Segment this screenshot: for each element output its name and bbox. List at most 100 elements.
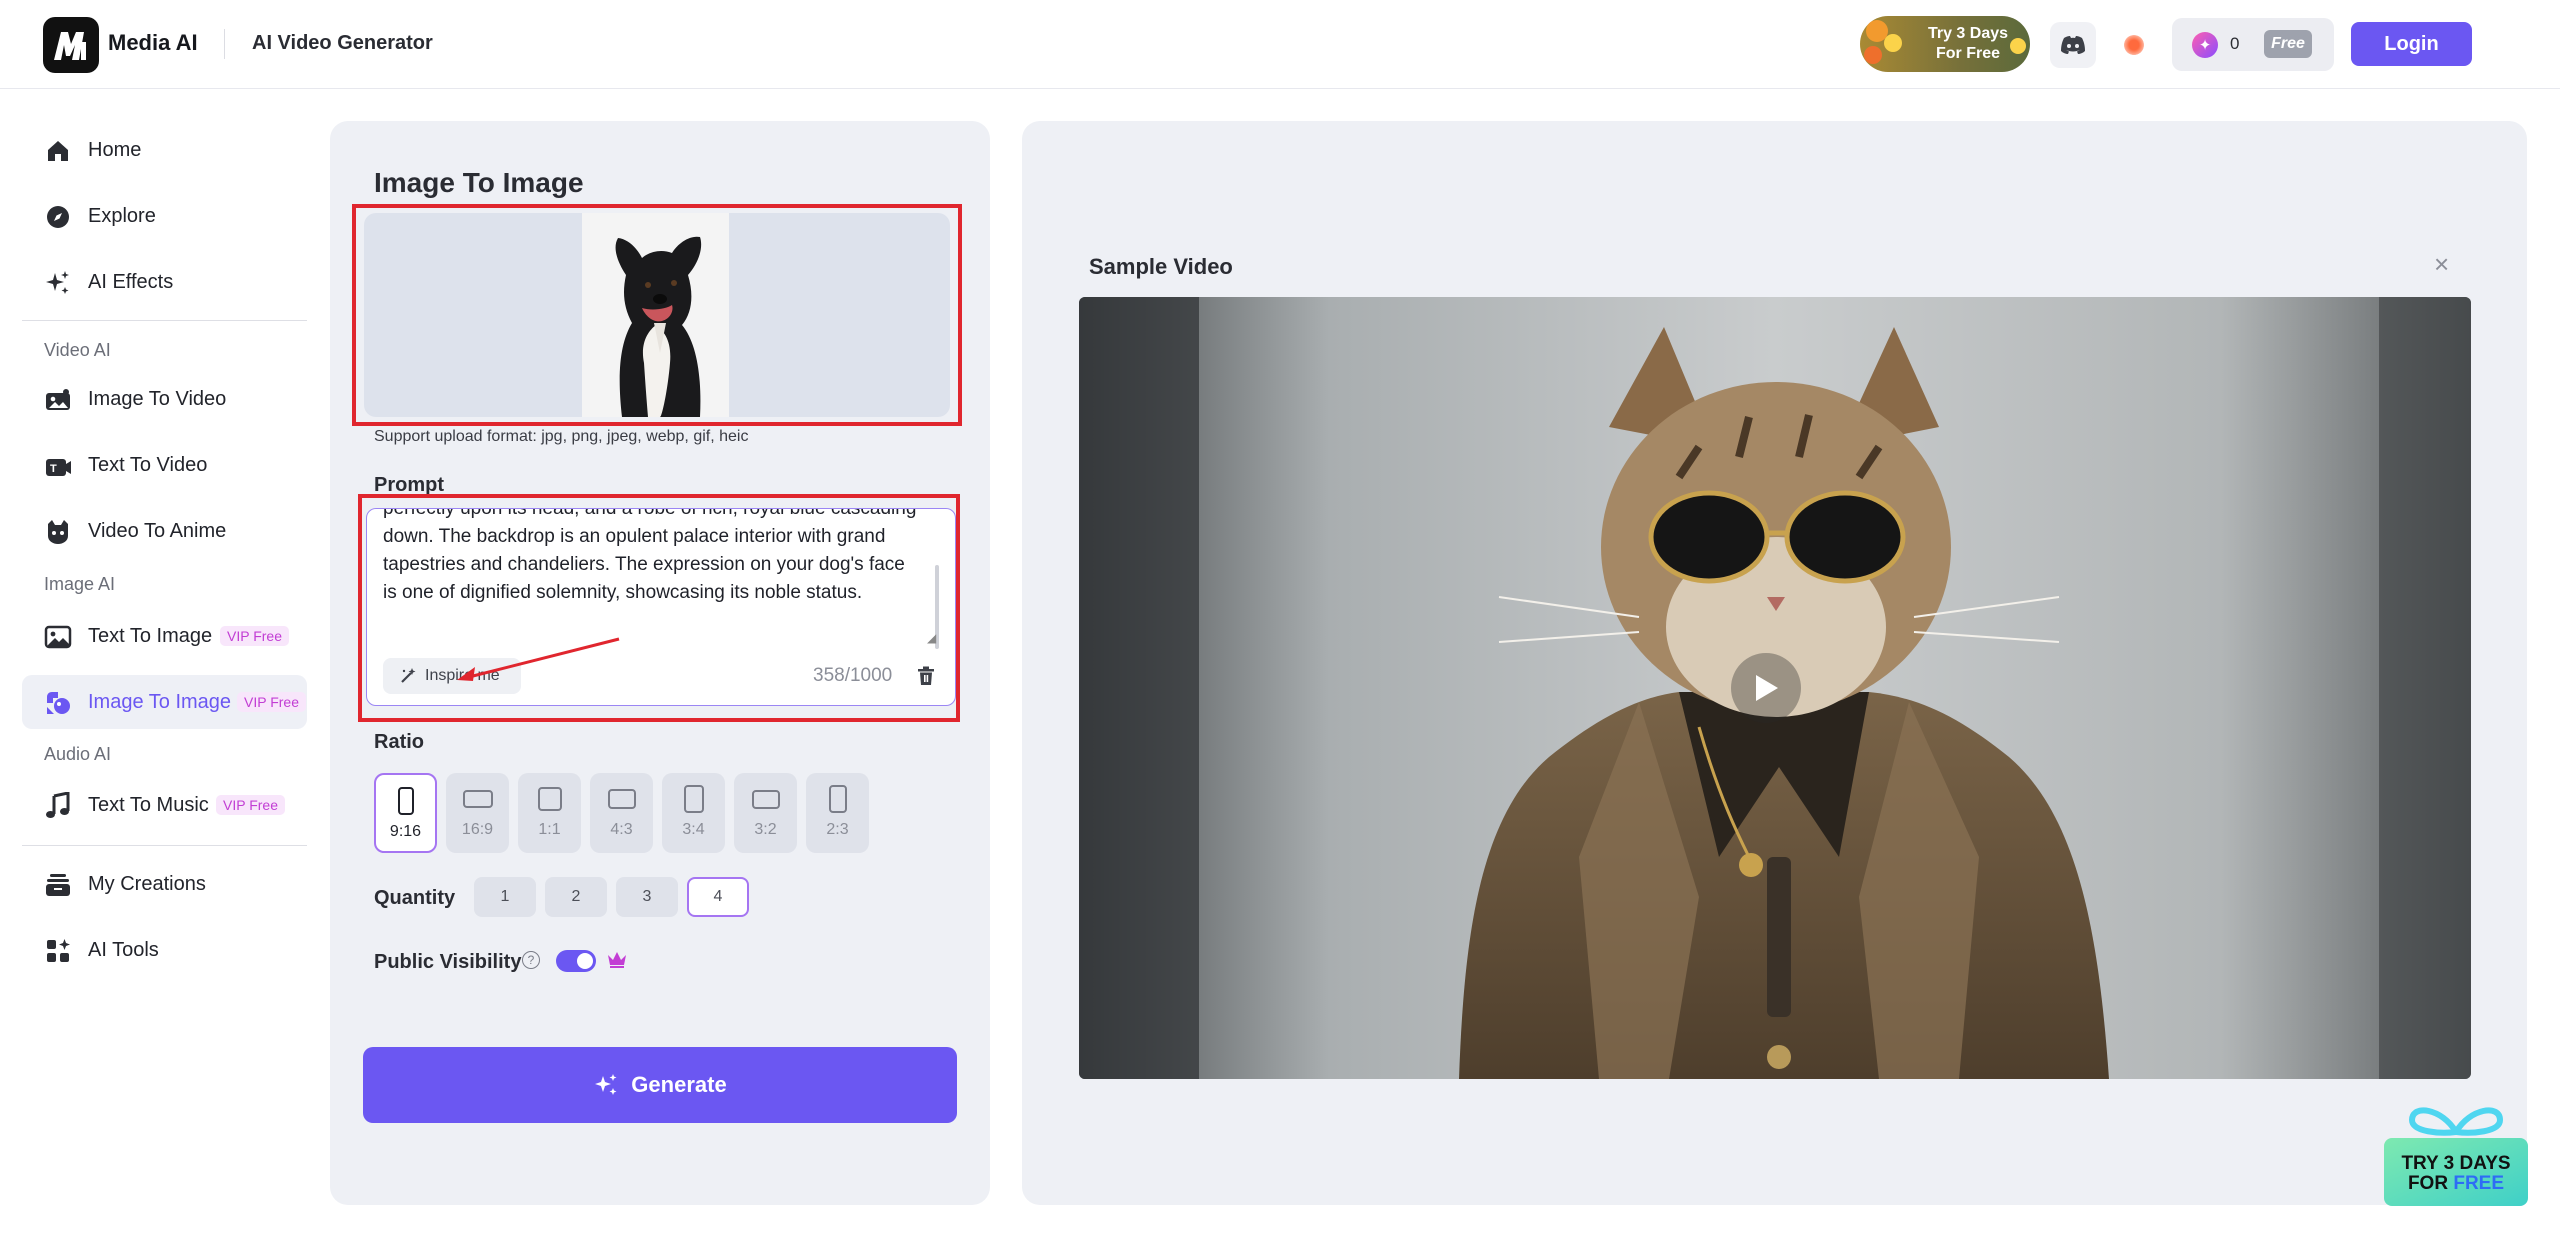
grid-tools-icon	[44, 937, 72, 965]
vip-free-badge: VIP Free	[237, 692, 306, 712]
vip-free-badge: VIP Free	[216, 795, 285, 815]
sidebar-item-image-to-video[interactable]: Image To Video	[22, 372, 307, 426]
vip-free-badge: VIP Free	[220, 626, 289, 646]
logo-icon	[54, 32, 86, 60]
sidebar-item-label: Text To Music	[88, 793, 209, 816]
image-video-icon	[44, 386, 72, 414]
sidebar-item-text-to-video[interactable]: T Text To Video	[22, 438, 307, 492]
login-button[interactable]: Login	[2351, 22, 2472, 66]
sidebar-item-label: Image To Image	[88, 690, 232, 713]
sidebar-item-text-to-music[interactable]: Text To Music VIP Free	[22, 778, 307, 832]
discord-icon	[2061, 36, 2085, 54]
inspire-me-button[interactable]: Inspire me	[383, 658, 521, 694]
prompt-textarea[interactable]: perfectly upon its head, and a robe of r…	[366, 508, 956, 706]
quantity-label: Quantity	[374, 887, 456, 909]
try-free-text: Try 3 Days For Free	[1927, 25, 2009, 62]
music-note-icon	[44, 792, 72, 820]
quantity-option-2[interactable]: 2	[545, 877, 607, 917]
ratio-option-label: 1:1	[538, 821, 561, 838]
ratio-option-3-2[interactable]: 3:2	[734, 773, 797, 853]
ratio-shape-icon	[751, 783, 780, 815]
sidebar-item-label: Text To Video	[88, 453, 208, 476]
compass-icon	[44, 203, 72, 231]
ratio-option-label: 16:9	[461, 821, 494, 838]
ratio-option-16-9[interactable]: 16:9	[446, 773, 509, 853]
sidebar-item-ai-tools[interactable]: AI Tools	[22, 923, 307, 977]
ratio-shape-icon	[607, 783, 636, 815]
svg-text:T: T	[50, 463, 57, 475]
plan-badge: Free	[2264, 30, 2312, 58]
ratio-option-label: 4:3	[610, 821, 633, 838]
sidebar-item-label: Text To Image	[88, 624, 213, 647]
sidebar-item-text-to-image[interactable]: Text To Image VIP Free	[22, 609, 307, 663]
credits-display[interactable]: ✦ 0 Free	[2172, 18, 2334, 71]
close-icon[interactable]: ×	[2434, 251, 2449, 277]
trash-icon[interactable]	[915, 665, 937, 687]
sidebar-item-home[interactable]: Home	[22, 123, 307, 177]
flower-decoration-icon	[1864, 46, 1882, 64]
ratio-option-label: 2:3	[826, 821, 849, 838]
crown-icon	[608, 952, 626, 968]
media-ai-logo[interactable]	[43, 17, 99, 73]
sidebar-group-audio-ai: Audio AI	[44, 744, 112, 764]
ratio-option-label: 9:16	[389, 823, 422, 840]
prompt-highlight-frame: perfectly upon its head, and a robe of r…	[358, 494, 960, 722]
promo-line-1: TRY 3 DAYS	[2401, 1153, 2511, 1174]
quantity-option-4[interactable]: 4	[687, 877, 749, 917]
credit-sparkle-icon: ✦	[2192, 32, 2218, 58]
inspire-me-label: Inspire me	[425, 667, 500, 684]
ratio-option-4-3[interactable]: 4:3	[590, 773, 653, 853]
ratio-shape-icon	[397, 785, 414, 817]
character-count: 358/1000	[813, 665, 893, 686]
sidebar-item-my-creations[interactable]: My Creations	[22, 857, 307, 911]
ratio-shape-icon	[537, 783, 562, 815]
page-section-title: AI Video Generator	[252, 32, 433, 54]
public-visibility-toggle[interactable]	[556, 950, 596, 972]
sidebar-item-video-to-anime[interactable]: Video To Anime	[22, 504, 307, 558]
promo-line-2: FOR FREE	[2390, 1174, 2522, 1194]
image-icon	[44, 623, 72, 651]
home-icon	[44, 137, 72, 165]
ratio-option-label: 3:4	[682, 821, 705, 838]
sidebar: Home Explore AI Effects Video AI Image T…	[0, 90, 330, 1239]
discord-button[interactable]	[2050, 22, 2096, 68]
upload-highlight-frame	[352, 204, 962, 426]
sidebar-item-label: My Creations	[88, 872, 206, 895]
promo-line-2a: FOR	[2407, 1173, 2454, 1194]
try-free-banner[interactable]: Try 3 Days For Free	[1860, 16, 2030, 72]
sample-video-panel: Sample Video ×	[1022, 121, 2527, 1205]
promo-free-word: FREE	[2453, 1173, 2505, 1194]
ratio-option-2-3[interactable]: 2:3	[806, 773, 869, 853]
ratio-option-3-4[interactable]: 3:4	[662, 773, 725, 853]
image-transform-icon	[44, 689, 72, 717]
generate-button[interactable]: Generate	[363, 1047, 957, 1123]
generate-label: Generate	[631, 1072, 727, 1097]
notification-dot-icon[interactable]	[2124, 35, 2144, 55]
sidebar-item-label: Video To Anime	[88, 519, 227, 542]
quantity-option-1[interactable]: 1	[474, 877, 536, 917]
public-visibility-label: Public Visibility	[374, 951, 522, 973]
prompt-text[interactable]: perfectly upon its head, and a robe of r…	[383, 509, 923, 607]
upload-area[interactable]	[364, 213, 950, 417]
resize-handle-icon[interactable]: ◢	[927, 631, 936, 645]
try-free-gift-promo[interactable]: TRY 3 DAYS FOR FREE	[2382, 1098, 2530, 1208]
sidebar-item-image-to-image[interactable]: Image To Image VIP Free	[22, 675, 307, 729]
ratio-label: Ratio	[374, 731, 424, 753]
sidebar-item-label: Explore	[88, 204, 156, 227]
sidebar-item-explore[interactable]: Explore	[22, 189, 307, 243]
sidebar-item-ai-effects[interactable]: AI Effects	[22, 255, 307, 309]
ratio-option-9-16[interactable]: 9:16	[374, 773, 437, 853]
image-to-image-panel: Image To Image Support upload format: jp…	[330, 121, 990, 1205]
anime-face-icon	[44, 518, 72, 546]
sample-video-player[interactable]	[1079, 297, 2471, 1079]
play-button[interactable]	[1731, 653, 1801, 723]
ratio-shape-icon	[828, 783, 847, 815]
ratio-option-1-1[interactable]: 1:1	[518, 773, 581, 853]
stack-icon	[44, 871, 72, 899]
quantity-option-3[interactable]: 3	[616, 877, 678, 917]
help-icon[interactable]: ?	[522, 951, 540, 969]
sparkles-icon	[595, 1074, 617, 1095]
promo-text: TRY 3 DAYS FOR FREE	[2390, 1154, 2522, 1194]
sidebar-group-image-ai: Image AI	[44, 574, 116, 594]
sidebar-item-label: Image To Video	[88, 387, 227, 410]
